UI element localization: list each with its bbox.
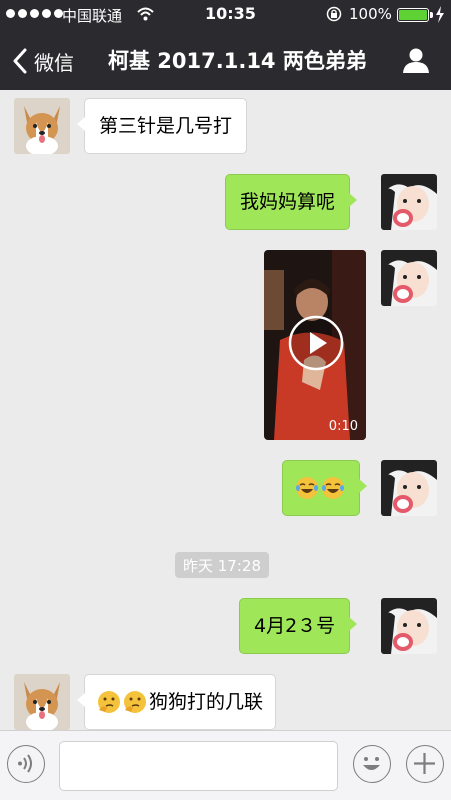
person-icon[interactable] — [402, 46, 430, 74]
more-button[interactable] — [406, 745, 444, 783]
chat-area[interactable]: 第三针是几号打 我妈妈算呢 0:10 昨天 17:28 4月2３号 狗狗打的几联 — [0, 90, 451, 730]
voice-button[interactable] — [7, 745, 45, 783]
battery-icon — [397, 8, 433, 22]
thinking-emoji — [97, 690, 121, 714]
video-duration: 0:10 — [328, 419, 358, 434]
message-bubble-sent[interactable]: 我妈妈算呢 — [225, 174, 358, 230]
nav-bar: 微信 柯基 2017.1.14 两色弟弟 — [0, 30, 451, 90]
my-avatar[interactable] — [381, 174, 437, 230]
rotation-lock-icon — [326, 6, 342, 22]
my-avatar[interactable] — [381, 460, 437, 516]
message-text: 狗狗打的几联 — [149, 690, 264, 713]
timestamp-label: 昨天 17:28 — [175, 552, 269, 578]
status-bar: 中国联通 10:35 100% — [0, 0, 451, 30]
chat-title: 柯基 2017.1.14 两色弟弟 — [108, 49, 367, 73]
message-bubble-received[interactable]: 第三针是几号打 — [76, 98, 248, 154]
video-message[interactable]: 0:10 — [264, 250, 366, 440]
chevron-left-icon — [13, 48, 27, 74]
back-button[interactable]: 微信 — [12, 46, 74, 76]
smiley-icon — [363, 757, 380, 770]
laughing-crying-emoji — [295, 476, 319, 500]
signal-icon — [6, 9, 63, 18]
clock: 10:35 — [205, 4, 256, 23]
wifi-icon — [137, 7, 154, 21]
laughing-crying-emoji — [321, 476, 345, 500]
message-text: 4月2３号 — [254, 614, 336, 637]
message-bubble-sent[interactable] — [282, 460, 367, 516]
message-text: 我妈妈算呢 — [240, 190, 336, 213]
message-input[interactable] — [59, 741, 338, 791]
charging-icon — [436, 6, 444, 23]
message-bubble-sent[interactable]: 4月2３号 — [239, 598, 358, 654]
message-text: 第三针是几号打 — [99, 114, 233, 137]
thinking-emoji — [123, 690, 147, 714]
emoji-button[interactable] — [353, 745, 391, 783]
play-icon[interactable] — [288, 315, 344, 371]
contact-avatar[interactable] — [14, 98, 70, 154]
input-bar — [0, 730, 451, 800]
my-avatar[interactable] — [381, 250, 437, 306]
carrier-label: 中国联通 — [62, 7, 123, 25]
back-label: 微信 — [34, 50, 74, 75]
voice-icon — [18, 754, 32, 773]
plus-icon — [414, 753, 435, 774]
battery-percent: 100% — [349, 5, 392, 23]
my-avatar[interactable] — [381, 598, 437, 654]
contact-avatar[interactable] — [14, 674, 70, 730]
message-bubble-received[interactable]: 狗狗打的几联 — [76, 674, 277, 730]
